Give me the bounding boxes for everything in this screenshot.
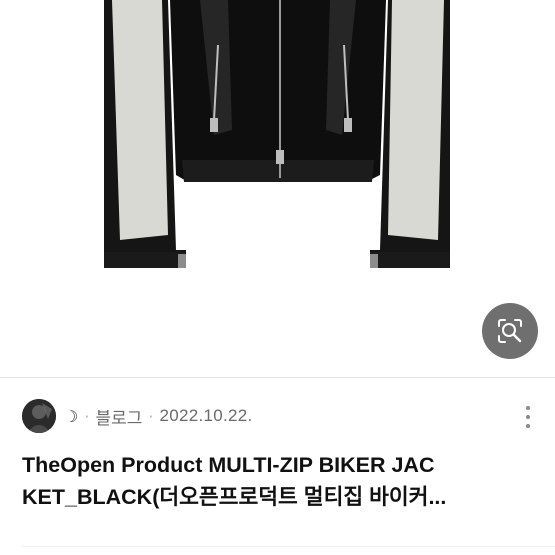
source-label: 블로그	[95, 408, 143, 429]
bottom-divider	[22, 546, 555, 547]
image-search-button[interactable]	[482, 303, 538, 359]
meta-separator-2: ·	[148, 406, 154, 426]
title-line-1: TheOpen Product MULTI-ZIP BIKER JAC	[22, 453, 435, 477]
author-nickname[interactable]: ☽	[64, 407, 78, 426]
product-image[interactable]	[0, 0, 555, 375]
more-vertical-icon	[526, 406, 530, 410]
more-vertical-icon-dot	[526, 424, 530, 428]
post-date: 2022.10.22.	[159, 406, 253, 425]
title-line-2: KET_BLACK(더오픈프로덕트 멀티집 바이커...	[22, 485, 447, 509]
section-divider	[0, 377, 555, 378]
result-meta: ☽ · 블로그 · 2022.10.22.	[22, 398, 542, 434]
avatar-image	[22, 399, 56, 433]
jacket-illustration	[104, 0, 450, 268]
author-avatar[interactable]	[22, 399, 56, 433]
result-title-link[interactable]: TheOpen Product MULTI-ZIP BIKER JAC KET_…	[22, 449, 532, 513]
more-options-button[interactable]	[516, 404, 540, 430]
meta-separator: ·	[84, 406, 90, 426]
more-vertical-icon-dot	[526, 415, 530, 419]
image-search-icon	[498, 319, 522, 343]
